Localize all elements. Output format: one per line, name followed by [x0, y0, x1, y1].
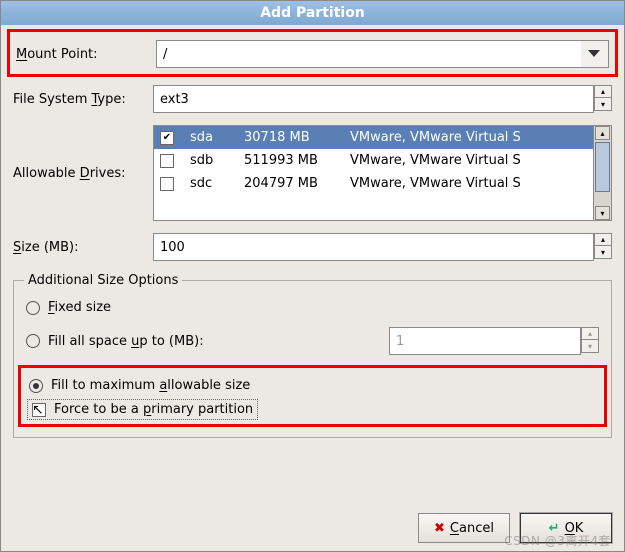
fs-type-label: File System Type: — [13, 92, 153, 107]
size-up-button[interactable]: ▴ — [594, 233, 612, 246]
dialog-title: Add Partition — [1, 1, 624, 25]
highlight-mount-point: Mount Point: / — [7, 29, 618, 77]
mount-point-input[interactable]: / — [156, 40, 581, 68]
fs-type-down-button[interactable]: ▾ — [594, 98, 612, 111]
chevron-down-icon — [588, 47, 600, 62]
drive-row[interactable]: sdc 204797 MB VMware, VMware Virtual S — [154, 172, 593, 195]
drive-size: 30718 MB — [244, 130, 334, 145]
size-options-legend: Additional Size Options — [24, 273, 182, 288]
mount-point-label: Mount Point: — [16, 47, 156, 62]
allowable-drives-list[interactable]: ✔ sda 30718 MB VMware, VMware Virtual S sdb 5… — [153, 125, 612, 221]
scroll-up-button[interactable]: ▴ — [595, 126, 610, 140]
mount-point-dropdown-button[interactable] — [581, 40, 609, 68]
drive-checkbox[interactable] — [160, 154, 174, 168]
drive-desc: VMware, VMware Virtual S — [350, 130, 587, 145]
drives-scrollbar[interactable]: ▴ ▾ — [593, 126, 611, 220]
drive-checkbox[interactable]: ✔ — [160, 131, 174, 145]
drive-row[interactable]: sdb 511993 MB VMware, VMware Virtual S — [154, 149, 593, 172]
drive-name: sda — [190, 130, 228, 145]
fs-type-up-button[interactable]: ▴ — [594, 85, 612, 98]
size-input[interactable]: 100 — [153, 233, 594, 261]
allowable-drives-label: Allowable Drives: — [13, 166, 153, 181]
scroll-thumb[interactable] — [595, 142, 610, 192]
force-primary-checkbox[interactable]: ↖ Force to be a primary partition — [27, 399, 258, 420]
size-label: Size (MB): — [13, 240, 153, 255]
drive-name: sdb — [190, 153, 228, 168]
cancel-icon: ✖ — [434, 521, 445, 536]
cursor-icon: ↖ — [32, 402, 44, 418]
scroll-down-button[interactable]: ▾ — [595, 206, 610, 220]
drive-checkbox[interactable] — [160, 177, 174, 191]
drive-desc: VMware, VMware Virtual S — [350, 176, 587, 191]
drive-size: 204797 MB — [244, 176, 334, 191]
cancel-button[interactable]: ✖ Cancel — [418, 513, 510, 543]
drive-row[interactable]: ✔ sda 30718 MB VMware, VMware Virtual S — [154, 126, 593, 149]
drive-name: sdc — [190, 176, 228, 191]
additional-size-options: Additional Size Options Fixed size Fill … — [13, 273, 612, 438]
size-down-button[interactable]: ▾ — [594, 246, 612, 259]
drive-desc: VMware, VMware Virtual S — [350, 153, 587, 168]
watermark: CSDN @3离开4套 — [504, 532, 611, 549]
fill-up-to-input: 1 — [389, 327, 581, 355]
drive-size: 511993 MB — [244, 153, 334, 168]
radio-fill-max[interactable]: Fill to maximum allowable size — [27, 372, 598, 399]
highlight-fill-max-and-primary: Fill to maximum allowable size ↖ Force t… — [18, 365, 607, 427]
radio-fixed-size[interactable]: Fixed size — [24, 294, 601, 321]
fill-up-down-button: ▾ — [581, 340, 599, 353]
fill-up-up-button: ▴ — [581, 327, 599, 340]
radio-fill-up-to[interactable]: Fill all space up to (MB): 1 ▴ ▾ — [24, 321, 601, 361]
add-partition-dialog: Add Partition Mount Point: / — [0, 0, 625, 552]
fs-type-select[interactable]: ext3 — [153, 85, 594, 113]
